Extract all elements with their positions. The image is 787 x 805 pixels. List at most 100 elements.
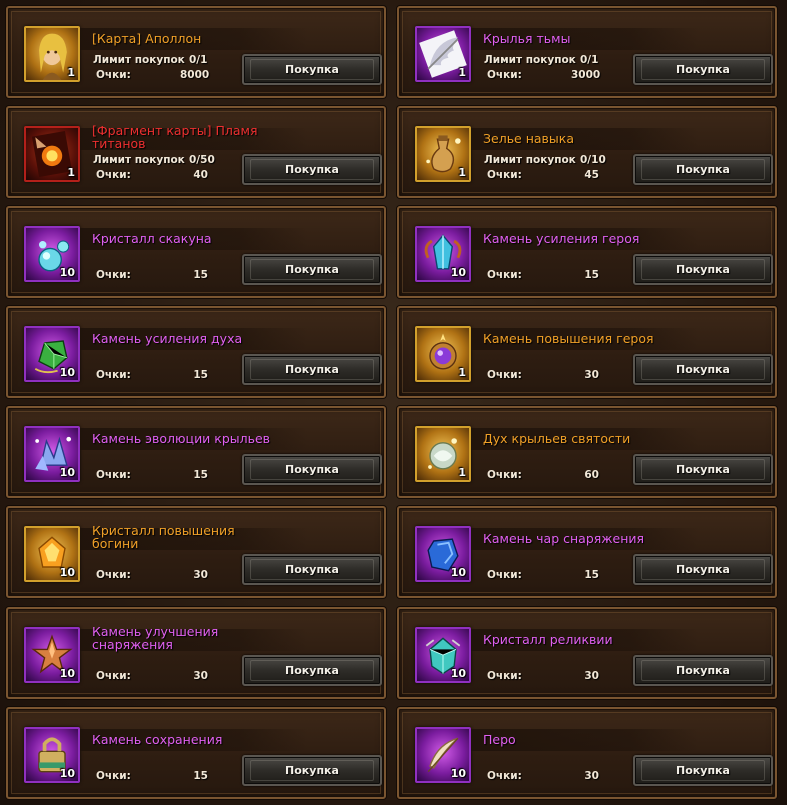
buy-button[interactable]: Покупка — [633, 154, 773, 185]
item-icon-frame[interactable]: 1 — [415, 126, 471, 182]
points-row: Очки: 15 — [96, 369, 208, 381]
points-value: 60 — [584, 469, 599, 481]
points-row: Очки: 45 — [487, 169, 599, 181]
item-title: Зелье навыка — [483, 131, 575, 146]
points-row: Очки: 40 — [96, 169, 208, 181]
item-title: Дух крыльев святости — [483, 431, 631, 446]
shop-item-card-4: 1 Зелье навыка Лимит покупок 0/10 Очки: … — [397, 106, 777, 198]
points-value: 15 — [193, 770, 208, 782]
points-row: Очки: 15 — [96, 770, 208, 782]
item-icon-frame[interactable]: 10 — [415, 627, 471, 683]
item-icon-frame[interactable]: 10 — [24, 727, 80, 783]
item-icon-frame[interactable]: 10 — [24, 326, 80, 382]
purchase-limit-label: Лимит покупок — [484, 154, 576, 166]
points-value: 30 — [584, 369, 599, 381]
item-icon-frame[interactable]: 10 — [24, 627, 80, 683]
item-icon-frame[interactable]: 1 — [415, 426, 471, 482]
purchase-limit-label: Лимит покупок — [484, 54, 576, 66]
item-quantity: 10 — [450, 566, 466, 579]
buy-button[interactable]: Покупка — [242, 154, 382, 185]
buy-button[interactable]: Покупка — [633, 254, 773, 285]
item-title: [Фрагмент карты] Пламя титанов — [92, 123, 258, 151]
buy-button[interactable]: Покупка — [242, 254, 382, 285]
item-icon-frame[interactable]: 10 — [415, 526, 471, 582]
item-quantity: 10 — [59, 667, 75, 680]
points-value: 30 — [193, 670, 208, 682]
purchase-limit-row: Лимит покупок 0/50 — [93, 154, 215, 166]
buy-button[interactable]: Покупка — [242, 554, 382, 585]
shop-item-card-7: 10 Камень усиления духа Очки: 15 Покупка — [6, 306, 386, 398]
item-icon-frame[interactable]: 10 — [24, 426, 80, 482]
item-icon-frame[interactable]: 1 — [415, 326, 471, 382]
shop-item-card-16: 10 Перо Очки: 30 Покупка — [397, 707, 777, 799]
item-title: Кристалл реликвии — [483, 632, 613, 647]
shop-item-card-1: 1 [Карта] Аполлон Лимит покупок 0/1 Очки… — [6, 6, 386, 98]
item-icon-frame[interactable]: 10 — [24, 526, 80, 582]
item-quantity: 10 — [450, 266, 466, 279]
item-title: Камень сохранения — [92, 732, 223, 747]
points-label: Очки: — [96, 269, 131, 281]
item-quantity: 1 — [458, 66, 466, 79]
purchase-limit-value: 0/1 — [580, 54, 599, 66]
points-label: Очки: — [487, 569, 522, 581]
points-row: Очки: 30 — [487, 670, 599, 682]
points-label: Очки: — [487, 269, 522, 281]
points-value: 15 — [584, 569, 599, 581]
buy-button[interactable]: Покупка — [633, 454, 773, 485]
points-label: Очки: — [487, 670, 522, 682]
shop-item-card-15: 10 Камень сохранения Очки: 15 Покупка — [6, 707, 386, 799]
item-icon-frame[interactable]: 1 — [24, 126, 80, 182]
buy-button[interactable]: Покупка — [242, 655, 382, 686]
buy-button[interactable]: Покупка — [633, 655, 773, 686]
points-label: Очки: — [96, 670, 131, 682]
item-icon-frame[interactable]: 10 — [415, 727, 471, 783]
points-row: Очки: 15 — [96, 469, 208, 481]
purchase-limit-label: Лимит покупок — [93, 54, 185, 66]
points-row: Очки: 30 — [96, 670, 208, 682]
points-label: Очки: — [487, 469, 522, 481]
item-quantity: 1 — [67, 66, 75, 79]
item-quantity: 10 — [450, 667, 466, 680]
item-icon-frame[interactable]: 1 — [24, 26, 80, 82]
item-quantity: 10 — [450, 767, 466, 780]
points-value: 15 — [584, 269, 599, 281]
points-value: 15 — [193, 269, 208, 281]
item-icon-frame[interactable]: 10 — [415, 226, 471, 282]
item-icon-frame[interactable]: 10 — [24, 226, 80, 282]
buy-button[interactable]: Покупка — [242, 54, 382, 85]
points-label: Очки: — [96, 569, 131, 581]
points-row: Очки: 30 — [487, 369, 599, 381]
buy-button[interactable]: Покупка — [633, 554, 773, 585]
points-label: Очки: — [487, 169, 522, 181]
buy-button[interactable]: Покупка — [633, 354, 773, 385]
buy-button[interactable]: Покупка — [242, 354, 382, 385]
item-title: [Карта] Аполлон — [92, 31, 202, 46]
buy-button[interactable]: Покупка — [633, 54, 773, 85]
item-title: Камень повышения героя — [483, 331, 654, 346]
item-quantity: 1 — [458, 366, 466, 379]
item-title: Крылья тьмы — [483, 31, 571, 46]
shop-item-card-13: 10 Камень улучшения снаряжения Очки: 30 … — [6, 607, 386, 699]
points-label: Очки: — [96, 69, 131, 81]
buy-button[interactable]: Покупка — [242, 454, 382, 485]
shop-item-card-5: 10 Кристалл скакуна Очки: 15 Покупка — [6, 206, 386, 298]
points-row: Очки: 30 — [96, 569, 208, 581]
item-quantity: 10 — [59, 466, 75, 479]
points-label: Очки: — [96, 770, 131, 782]
points-row: Очки: 60 — [487, 469, 599, 481]
buy-button[interactable]: Покупка — [242, 755, 382, 786]
purchase-limit-value: 0/1 — [189, 54, 208, 66]
points-value: 15 — [193, 369, 208, 381]
purchase-limit-row: Лимит покупок 0/1 — [93, 54, 207, 66]
points-row: Очки: 8000 — [96, 69, 209, 81]
buy-button[interactable]: Покупка — [633, 755, 773, 786]
item-title: Камень усиления героя — [483, 231, 640, 246]
shop-item-card-8: 1 Камень повышения героя Очки: 30 Покупк… — [397, 306, 777, 398]
item-icon-frame[interactable]: 1 — [415, 26, 471, 82]
points-label: Очки: — [487, 770, 522, 782]
item-title: Перо — [483, 732, 516, 747]
points-label: Очки: — [96, 469, 131, 481]
points-row: Очки: 15 — [487, 269, 599, 281]
item-title: Кристалл повышения богини — [92, 523, 235, 551]
shop-item-card-6: 10 Камень усиления героя Очки: 15 Покупк… — [397, 206, 777, 298]
